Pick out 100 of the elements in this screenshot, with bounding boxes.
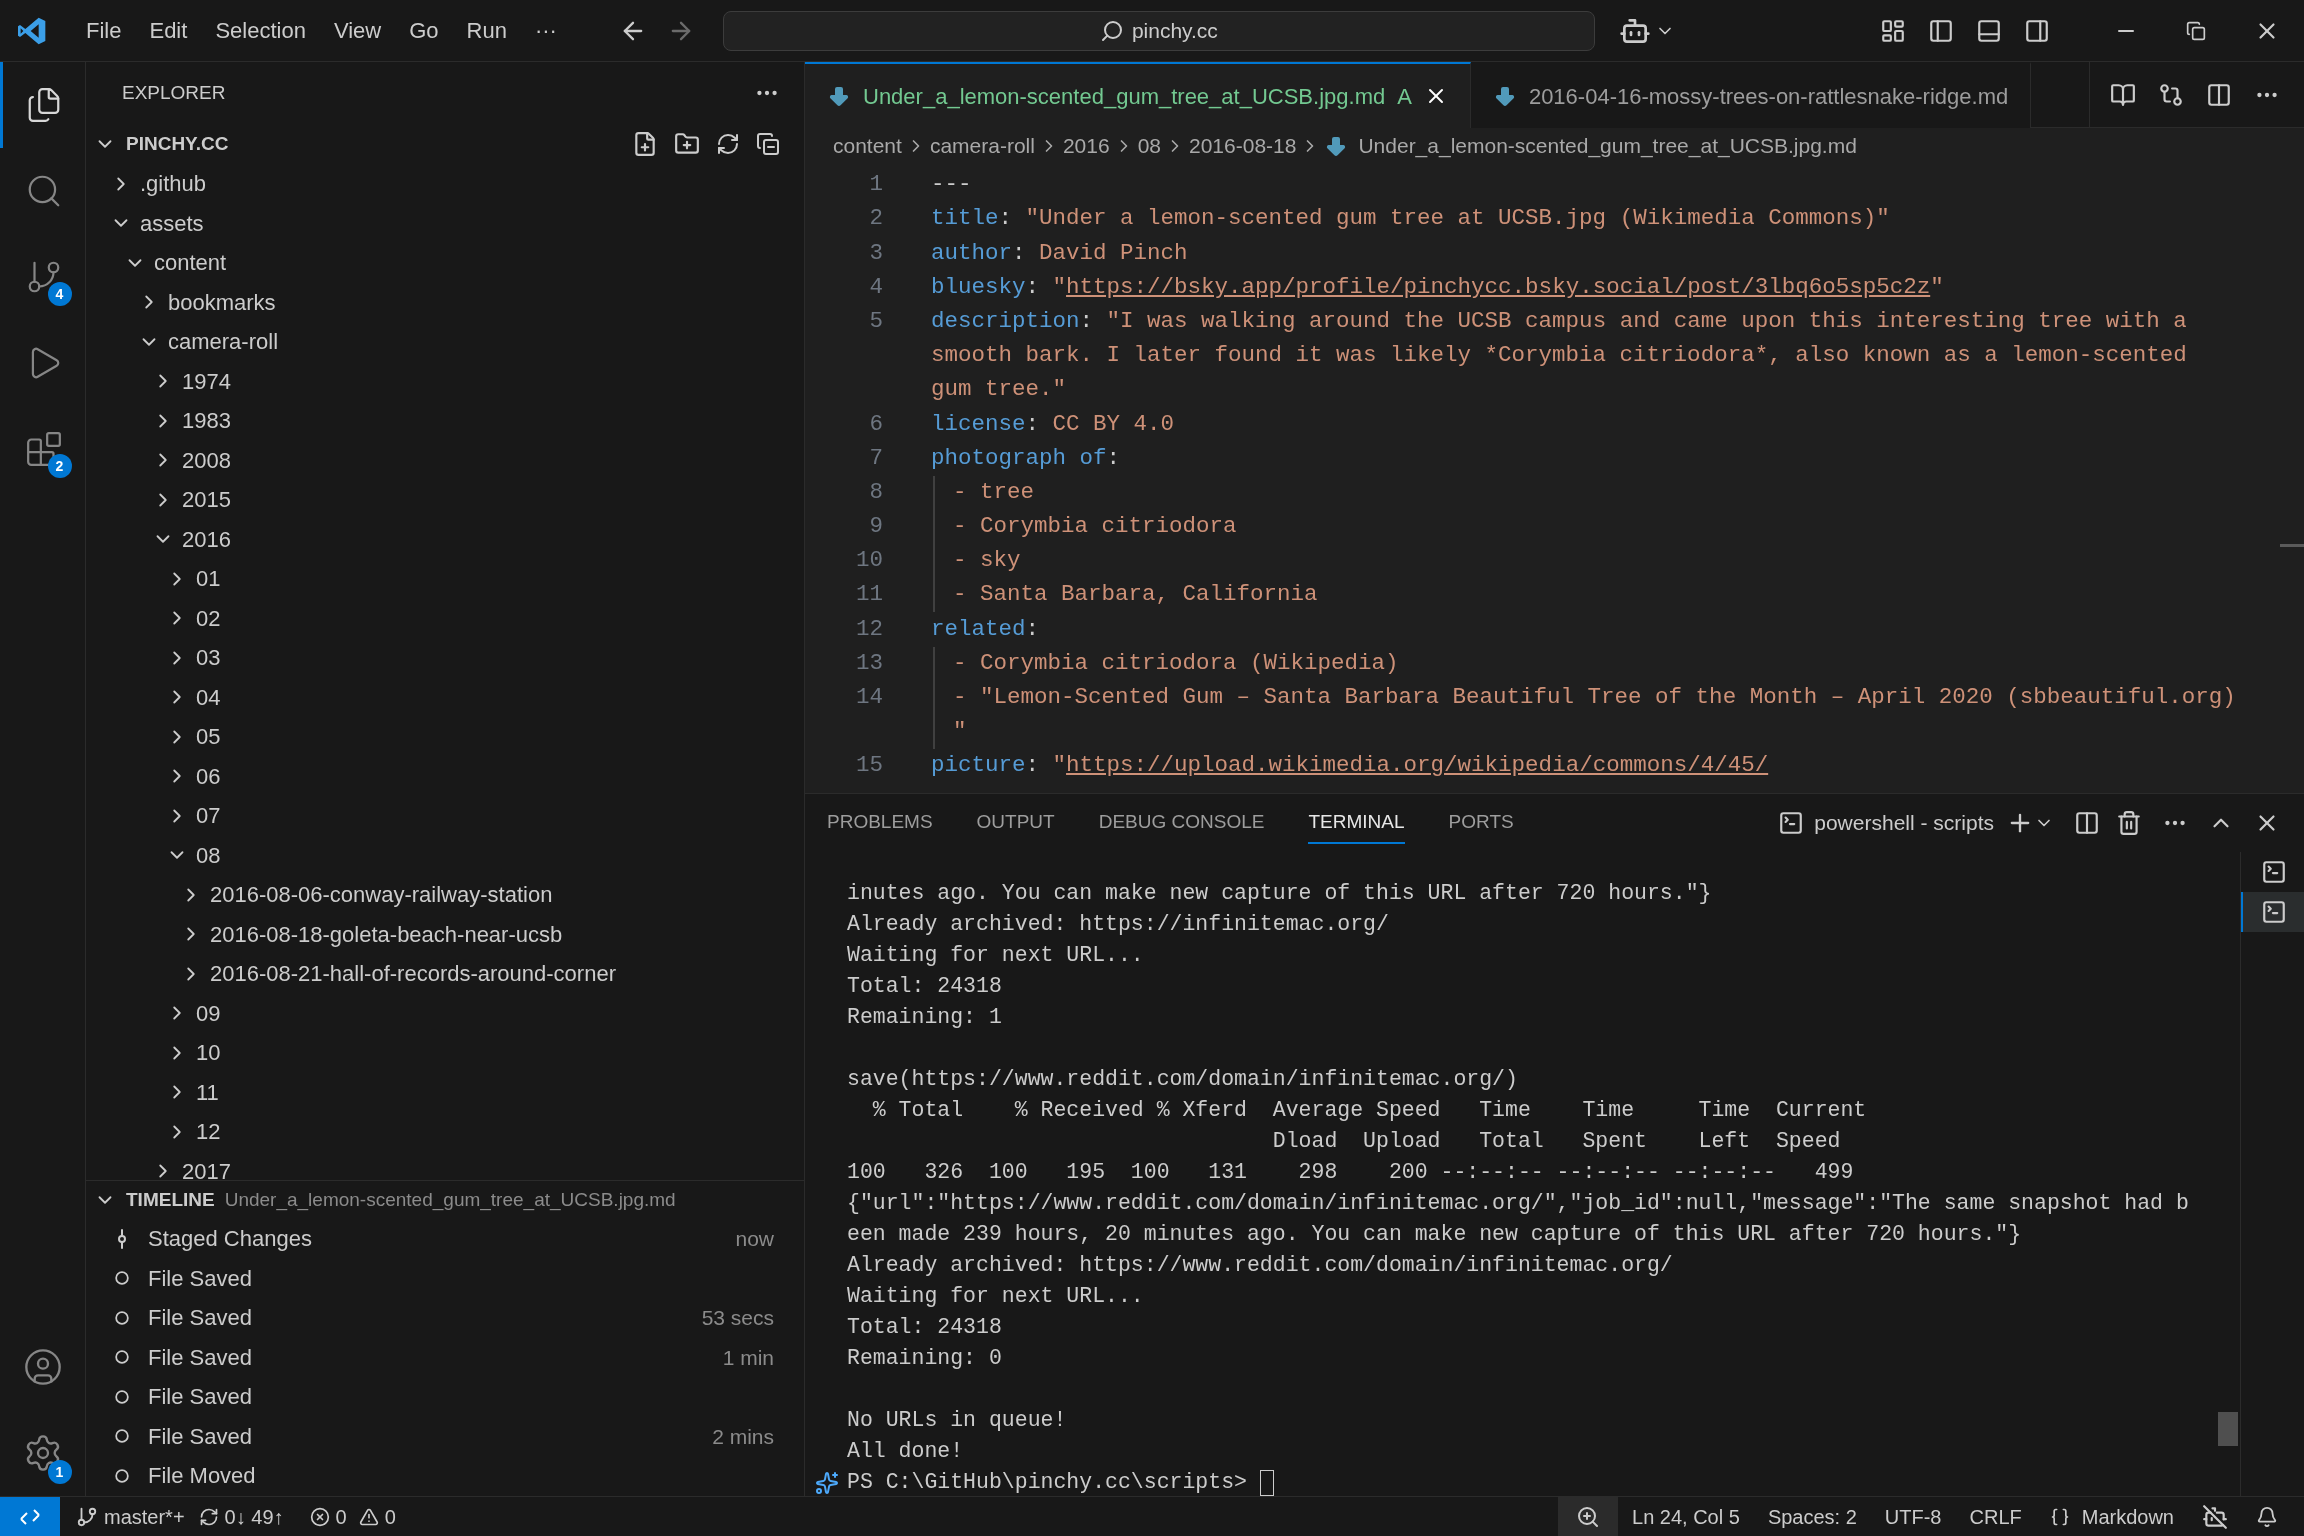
timeline-item[interactable]: File Saved 53 secs [86, 1298, 804, 1338]
scrollbar-thumb[interactable] [2218, 1412, 2238, 1446]
cursor-position[interactable]: Ln 24, Col 5 [1632, 1501, 1740, 1532]
encoding[interactable]: UTF-8 [1884, 1501, 1942, 1532]
new-file-icon[interactable] [632, 131, 658, 157]
secondary-sidebar-icon[interactable] [2024, 17, 2050, 44]
circle-icon [115, 1429, 129, 1444]
tree-item[interactable]: 12 [86, 1112, 804, 1152]
tree-item[interactable]: 07 [86, 796, 804, 836]
line-number: 3 [869, 238, 883, 268]
remote-button[interactable] [0, 1496, 60, 1536]
menu-item[interactable]: Edit [135, 14, 202, 47]
menu-item[interactable]: Run [452, 14, 521, 47]
robot-off-icon[interactable] [2202, 1503, 2228, 1530]
timeline-label: File Saved [148, 1343, 252, 1372]
zoom-button[interactable] [1558, 1496, 1618, 1536]
tree-item[interactable]: 2016-08-06-conway-railway-station [86, 875, 804, 915]
breadcrumb-item[interactable]: 2016 [1062, 130, 1110, 162]
timeline-item[interactable]: File Saved [86, 1377, 804, 1417]
tree-item[interactable]: 1974 [86, 361, 804, 401]
error-count: 0 [335, 1504, 347, 1530]
restore-icon[interactable] [2186, 20, 2206, 41]
tree-item[interactable]: 08 [86, 835, 804, 875]
sparkle-icon[interactable] [815, 1470, 839, 1495]
line-ending[interactable]: CRLF [1969, 1501, 2022, 1532]
menu-item[interactable]: Selection [201, 14, 320, 47]
tree-item[interactable]: 2016-08-18-goleta-beach-near-ucsb [86, 914, 804, 954]
panel-tab[interactable]: TERMINAL [1308, 801, 1405, 845]
indentation[interactable]: Spaces: 2 [1767, 1501, 1857, 1532]
tree-item[interactable]: 2017 [86, 1151, 804, 1180]
workspace-name[interactable]: PINCHY.CC [126, 129, 229, 159]
bell-icon[interactable] [2256, 1505, 2278, 1528]
editor-tab[interactable]: Under_a_lemon-scented_gum_tree_at_UCSB.jpg.md A [805, 62, 1471, 128]
tree-item[interactable]: 06 [86, 756, 804, 796]
timeline-item[interactable]: File Saved 2 mins [86, 1416, 804, 1456]
breadcrumb-item[interactable]: 2016-08-18 [1189, 130, 1297, 162]
new-folder-icon[interactable] [674, 131, 700, 157]
panel-tab[interactable]: PORTS [1448, 801, 1514, 845]
tree-item[interactable]: 2016-08-21-hall-of-records-around-corner [86, 954, 804, 994]
tree-item[interactable]: 10 [86, 1033, 804, 1073]
panel-tab[interactable]: OUTPUT [976, 801, 1055, 845]
layout-icon[interactable] [1880, 17, 1906, 44]
tree-item[interactable]: 03 [86, 638, 804, 678]
refresh-icon[interactable] [716, 132, 740, 156]
timeline-title[interactable]: TIMELINE [126, 1185, 215, 1215]
timeline-item[interactable]: File Moved [86, 1456, 804, 1496]
tree-item[interactable]: 1983 [86, 401, 804, 441]
terminal-tab[interactable] [2241, 892, 2304, 932]
sidebar-toggle-icon[interactable] [1928, 17, 1954, 44]
tree-item[interactable]: 2016 [86, 519, 804, 559]
trash-icon[interactable] [2116, 810, 2142, 836]
editor-tab[interactable]: 2016-04-16-mossy-trees-on-rattlesnake-ridge.md [1470, 62, 2032, 128]
menu-item[interactable]: File [72, 14, 136, 47]
terminal-icon [2260, 859, 2287, 885]
timeline-item[interactable]: File Saved [86, 1258, 804, 1298]
problems-item[interactable]: 0 0 [309, 1501, 396, 1532]
tree-item[interactable]: 02 [86, 598, 804, 638]
breadcrumb-item[interactable]: Under_a_lemon-scented_gum_tree_at_UCSB.jpg.md [1358, 130, 1857, 162]
breadcrumb-item[interactable]: camera-roll [929, 130, 1035, 162]
menu-item[interactable]: ··· [520, 14, 571, 47]
terminal-line: Total: 24318 [847, 1314, 1002, 1342]
menu-item[interactable]: View [319, 14, 396, 47]
timeline-item[interactable]: Staged Changes now [86, 1219, 804, 1259]
tree-item[interactable]: 05 [86, 717, 804, 757]
sync-item[interactable]: 0↓ 49↑ [198, 1501, 284, 1532]
activity-bar-item[interactable]: 1 [0, 1410, 86, 1496]
branch-item[interactable]: master*+ [76, 1501, 185, 1532]
circle-icon [115, 1468, 129, 1483]
sidebar-title: EXPLORER [122, 80, 226, 105]
tree-item[interactable]: bookmarks [86, 282, 804, 322]
language-mode[interactable]: Markdown [2049, 1501, 2174, 1532]
panel-tab[interactable]: PROBLEMS [827, 801, 933, 845]
tree-item[interactable]: 11 [86, 1072, 804, 1112]
menu-item[interactable]: Go [395, 14, 453, 47]
split-editor-icon[interactable] [2206, 81, 2232, 108]
compare-icon[interactable] [2158, 81, 2184, 108]
timeline-item[interactable]: File Saved 1 min [86, 1337, 804, 1377]
tree-item[interactable]: .github [86, 164, 804, 204]
tree-item[interactable]: 2008 [86, 440, 804, 480]
panel-tab[interactable]: DEBUG CONSOLE [1098, 801, 1265, 845]
collapse-all-icon[interactable] [756, 132, 780, 156]
breadcrumb-item[interactable]: 08 [1137, 130, 1161, 162]
tree-item[interactable]: 2015 [86, 480, 804, 520]
tree-item[interactable]: 09 [86, 993, 804, 1033]
preview-icon[interactable] [2110, 81, 2136, 108]
tree-item[interactable]: content [86, 243, 804, 283]
terminal-line: Waiting for next URL... [847, 942, 1144, 970]
tree-item[interactable]: assets [86, 203, 804, 243]
split-terminal-icon[interactable] [2074, 810, 2100, 836]
line-number: 15 [856, 751, 883, 781]
tree-item[interactable]: 01 [86, 559, 804, 599]
tree-item[interactable]: 04 [86, 677, 804, 717]
tree-item[interactable]: camera-roll [86, 322, 804, 362]
terminal-name[interactable]: powershell - scripts [1814, 807, 1994, 839]
activity-bar-item[interactable]: 4 [0, 234, 86, 320]
panel-toggle-icon[interactable] [1976, 17, 2002, 44]
activity-bar-item[interactable]: 2 [0, 406, 86, 492]
search-field[interactable]: pinchy.cc [722, 10, 1595, 51]
count-badge: 2 [47, 454, 72, 478]
breadcrumb-item[interactable]: content [833, 130, 902, 162]
